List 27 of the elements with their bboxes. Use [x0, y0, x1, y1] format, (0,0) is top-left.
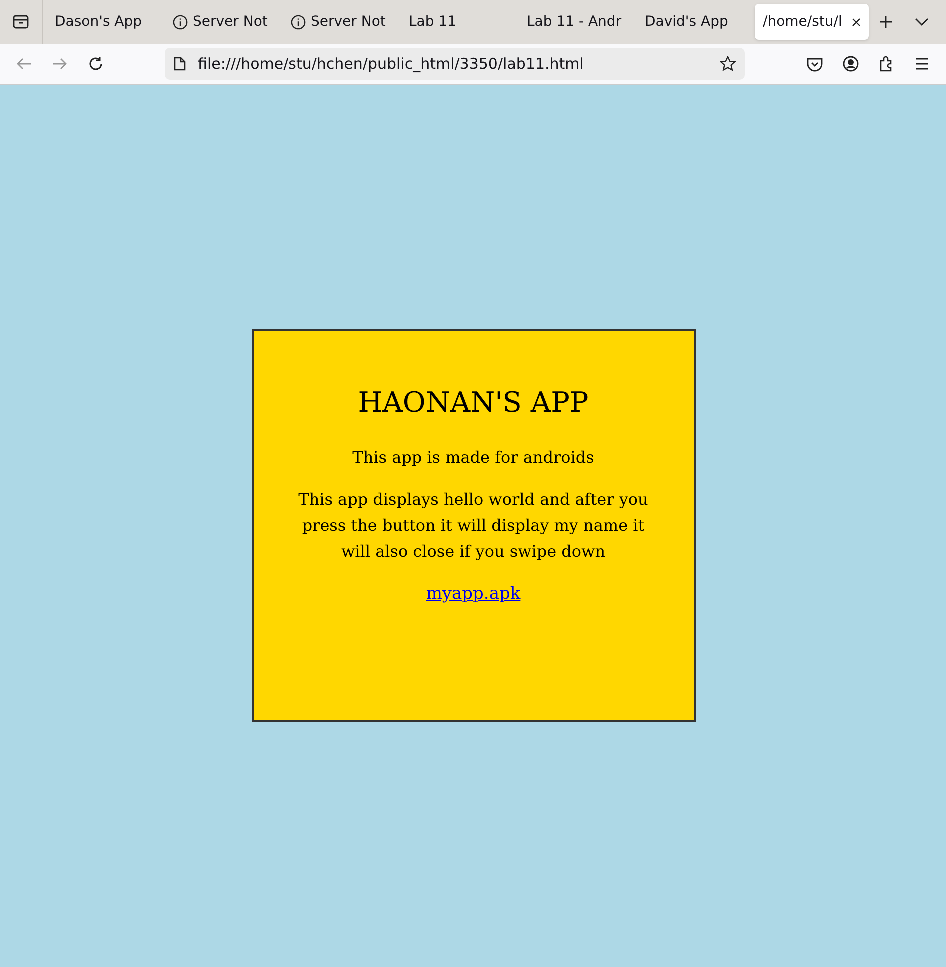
reload-icon[interactable]: [88, 56, 104, 72]
description-text: This app is made for androids: [352, 447, 596, 469]
pocket-icon[interactable]: [807, 56, 823, 72]
new-tab-icon[interactable]: [879, 15, 893, 29]
account-icon[interactable]: [843, 56, 859, 72]
star-icon[interactable]: [720, 56, 736, 72]
tab-list-icon[interactable]: [13, 15, 29, 29]
browser-tab[interactable]: Server Not: [161, 4, 279, 40]
back-icon[interactable]: [16, 57, 32, 71]
browser-tab[interactable]: Lab 11 - Andr: [515, 4, 633, 40]
browser-tab[interactable]: Server Not: [279, 4, 397, 40]
download-link[interactable]: myapp.apk: [426, 581, 521, 607]
forward-icon[interactable]: [52, 57, 68, 71]
description-text: This app displays hello world and after you press the button it will display my name it will also close if you swipe down: [298, 489, 650, 563]
page-title: HAONAN'S APP: [358, 385, 589, 421]
menu-icon[interactable]: [915, 58, 929, 70]
info-icon: [173, 14, 188, 30]
url-text: file:///home/stu/hchen/public_html/3350/lab11.html: [198, 54, 584, 75]
browser-tab[interactable]: David's App: [633, 4, 751, 40]
browser-tab[interactable]: Lab 11: [397, 4, 515, 40]
document-icon: [174, 57, 186, 71]
close-icon[interactable]: [852, 18, 861, 26]
browser-tab[interactable]: /home/stu/l: [755, 4, 869, 40]
browser-tab[interactable]: Dason's App: [43, 4, 161, 40]
address-bar[interactable]: file:///home/stu/hchen/public_html/3350/lab11.html: [165, 48, 745, 80]
info-icon: [291, 14, 306, 30]
chevron-down-icon[interactable]: [915, 18, 929, 26]
